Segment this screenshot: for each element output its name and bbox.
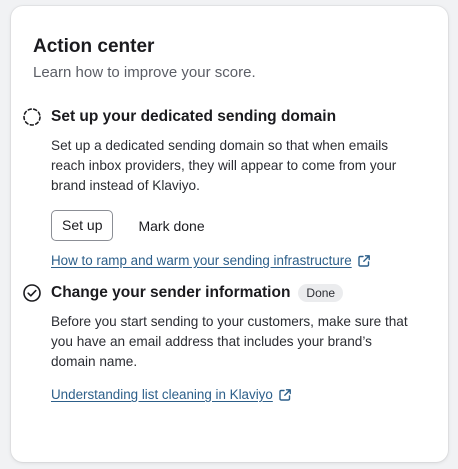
ramp-warm-infrastructure-link[interactable]: How to ramp and warm your sending infras… (51, 253, 352, 268)
external-link-icon[interactable] (357, 254, 371, 268)
task-sender-information: Change your sender information Done Befo… (22, 282, 438, 402)
task-header: Change your sender information Done (22, 282, 438, 304)
done-status-badge: Done (298, 284, 344, 302)
check-circle-icon (22, 283, 42, 303)
external-link-icon[interactable] (278, 388, 292, 402)
task-sending-domain: Set up your dedicated sending domain Set… (22, 106, 438, 268)
task-body: Set up a dedicated sending domain so tha… (51, 136, 438, 268)
card-title: Action center (33, 36, 155, 57)
task-title: Change your sender information (51, 284, 291, 301)
dashed-circle-icon (22, 107, 42, 127)
task-body: Before you start sending to your custome… (51, 312, 438, 402)
mark-done-button[interactable]: Mark done (138, 218, 204, 234)
set-up-button[interactable]: Set up (51, 210, 114, 241)
help-link-row: How to ramp and warm your sending infras… (51, 253, 438, 268)
list-cleaning-link[interactable]: Understanding list cleaning in Klaviyo (51, 387, 273, 402)
help-link-row: Understanding list cleaning in Klaviyo (51, 387, 438, 402)
card-subtitle: Learn how to improve your score. (33, 64, 256, 81)
task-title: Set up your dedicated sending domain (51, 108, 337, 125)
task-description: Set up a dedicated sending domain so tha… (51, 138, 397, 193)
task-header: Set up your dedicated sending domain (22, 106, 438, 128)
task-actions: Set up Mark done (51, 210, 438, 241)
task-description: Before you start sending to your custome… (51, 314, 408, 369)
